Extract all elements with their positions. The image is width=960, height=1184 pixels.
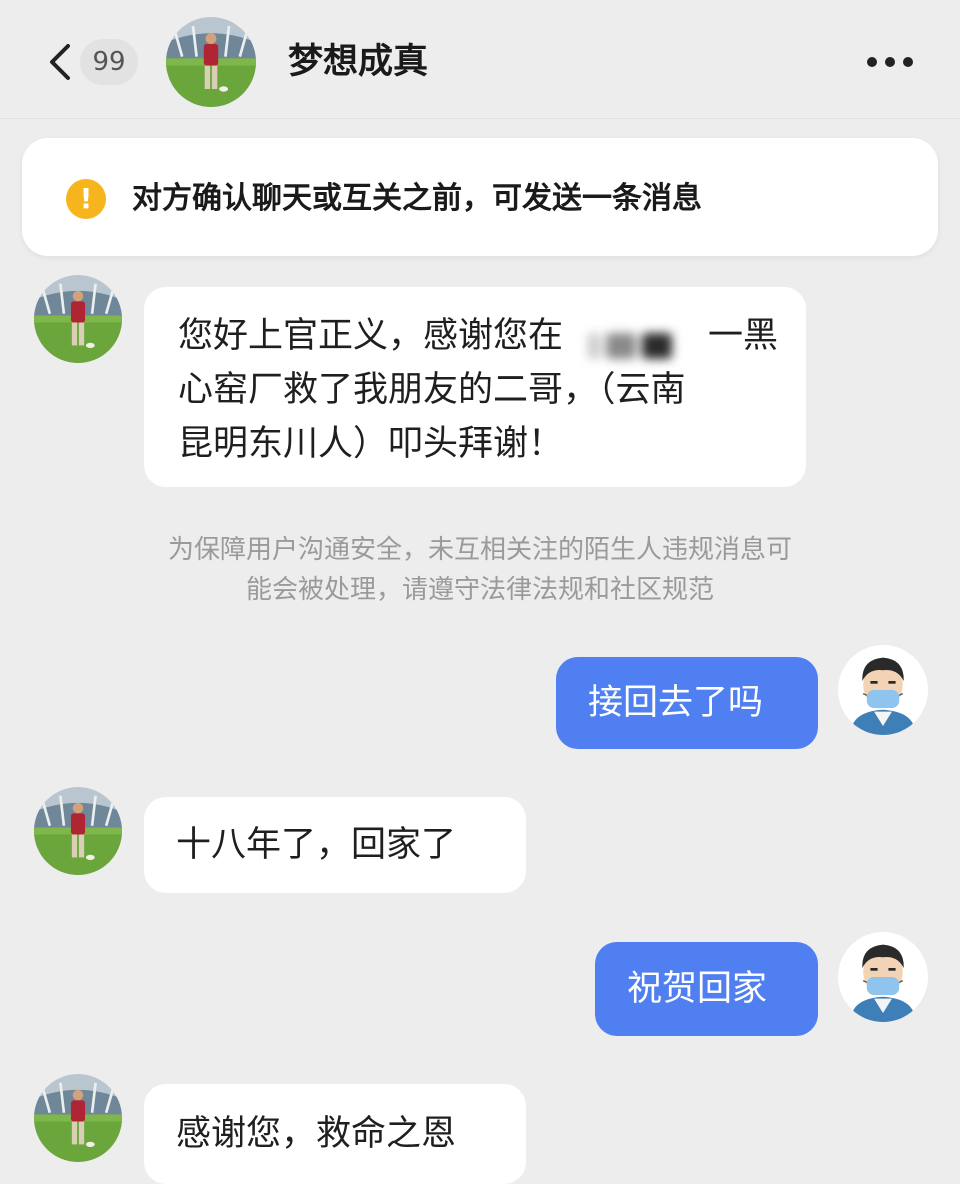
message-text: 十八年了，回家了 (176, 825, 457, 865)
contact-avatar[interactable] (34, 275, 122, 363)
contact-avatar[interactable] (166, 17, 256, 107)
message-text: 一黑 (708, 316, 779, 356)
notice-text: 对方确认聊天或互关之前，可发送一条消息 (132, 181, 702, 216)
message-text: 心窑厂救了我朋友的二哥，（云南 (178, 370, 686, 410)
self-avatar[interactable] (838, 932, 928, 1022)
safety-system-notice: 为保障用户沟通安全，未互相关注的陌生人违规消息可 能会被处理，请遵守法律法规和社… (90, 530, 870, 610)
outgoing-message-bubble[interactable]: 祝贺回家 (595, 942, 818, 1036)
message-text: 您好上官正义，感谢您在 (178, 316, 564, 356)
incoming-message-bubble[interactable]: 十八年了，回家了 (144, 797, 526, 893)
message-text: 接回去了吗 (588, 683, 764, 723)
incoming-message-bubble[interactable]: 感谢您，救命之恩 (144, 1084, 526, 1184)
message-text: 感谢您，救命之恩 (176, 1114, 457, 1154)
system-notice-line: 能会被处理，请遵守法律法规和社区规范 (245, 575, 714, 605)
redacted-text (586, 325, 682, 365)
more-horizontal-icon (867, 57, 913, 67)
more-options-button[interactable] (860, 50, 920, 74)
contact-name: 梦想成真 (288, 42, 429, 82)
message-text: 昆明东川人）叩头拜谢！ (178, 424, 564, 464)
chevron-left-icon (50, 44, 70, 80)
contact-avatar[interactable] (34, 1074, 122, 1162)
outgoing-message-bubble[interactable]: 接回去了吗 (556, 657, 818, 749)
message-text: 祝贺回家 (627, 969, 768, 1009)
contact-avatar[interactable] (34, 787, 122, 875)
self-avatar[interactable] (838, 645, 928, 735)
warning-icon: ! (66, 179, 106, 219)
back-button[interactable] (44, 42, 74, 82)
incoming-message-bubble[interactable]: 您好上官正义，感谢您在 一黑 心窑厂救了我朋友的二哥，（云南 昆明东川人）叩头拜… (144, 287, 806, 487)
system-notice-line: 为保障用户沟通安全，未互相关注的陌生人违规消息可 (167, 535, 792, 565)
unread-count-badge: 99 (80, 39, 138, 85)
chat-header: 99 梦想成真 (0, 0, 960, 119)
